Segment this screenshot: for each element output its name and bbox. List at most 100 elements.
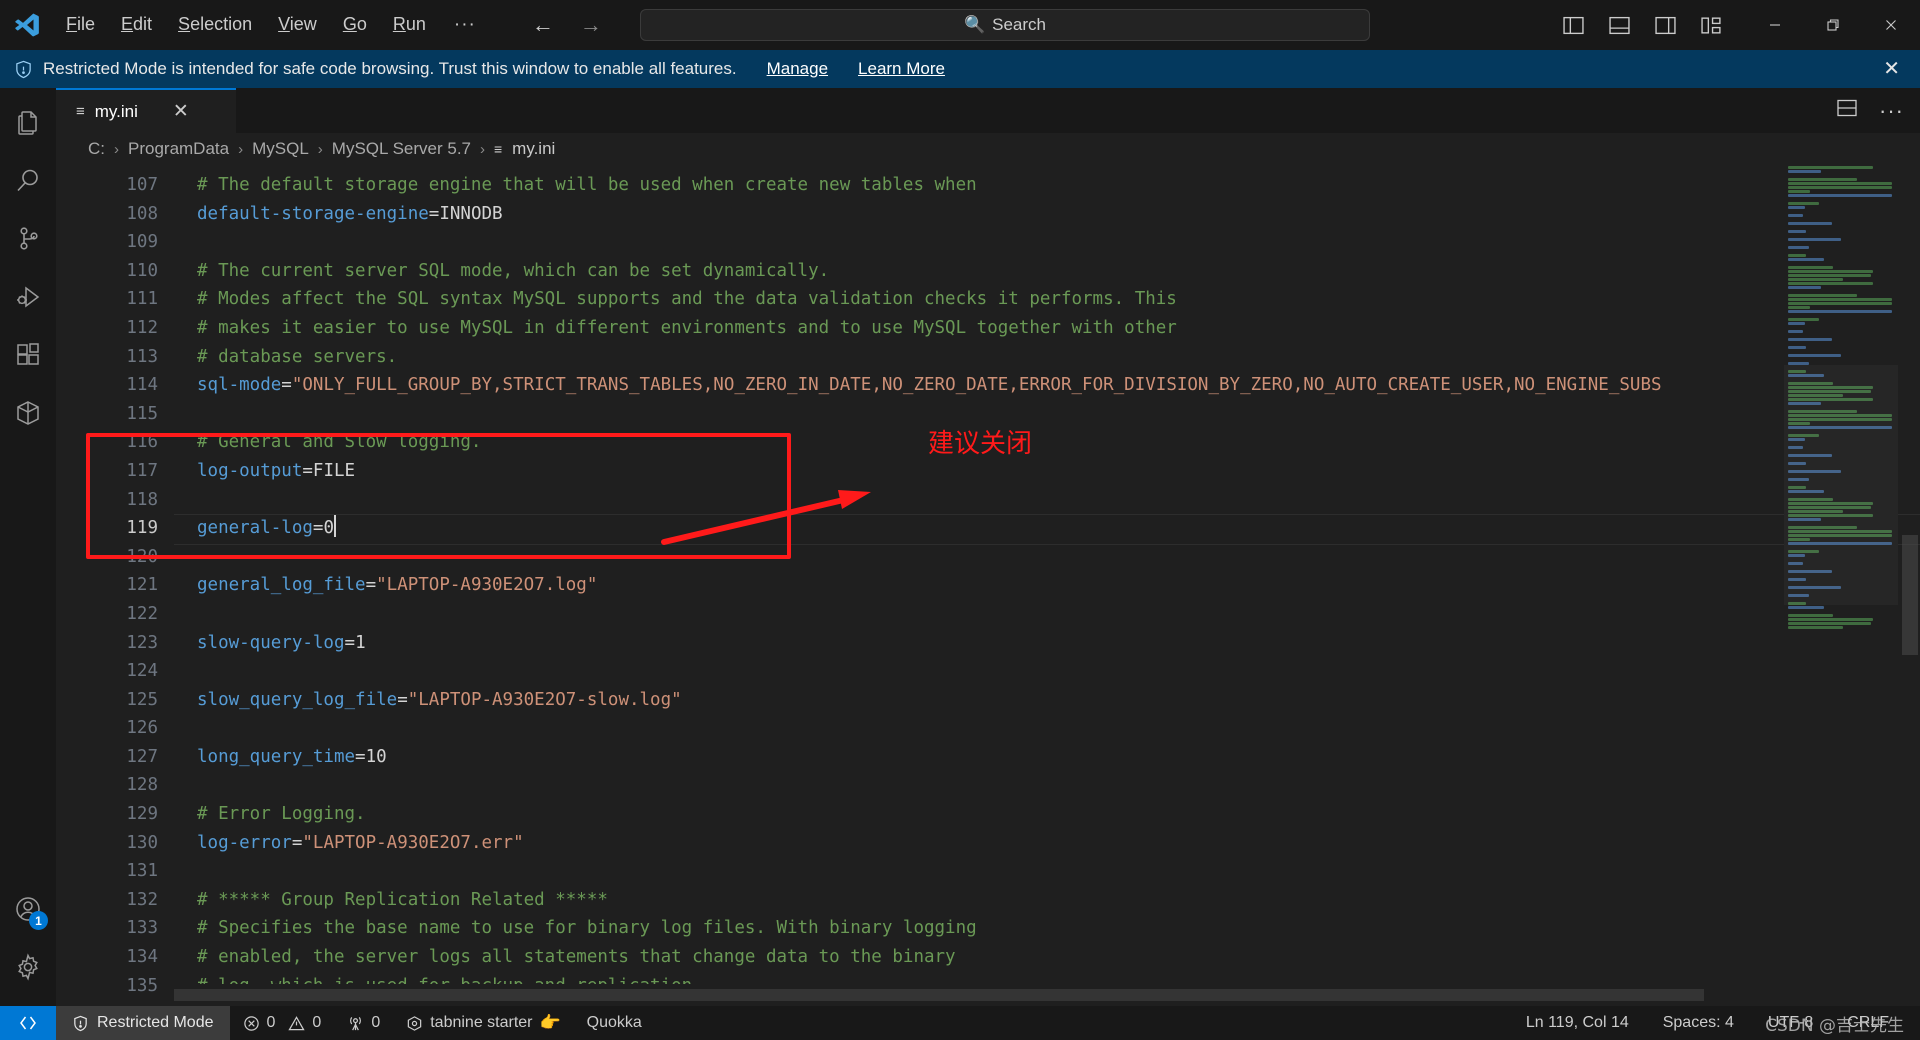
minimap[interactable] xyxy=(1784,165,1898,984)
minimap-line xyxy=(1788,238,1841,241)
code-line[interactable]: # enabled, the server logs all statement… xyxy=(174,943,1920,972)
code-line[interactable]: # General and Slow logging. xyxy=(174,428,1920,457)
workspace-trust-banner: Restricted Mode is intended for safe cod… xyxy=(0,50,1920,88)
customize-layout-icon[interactable] xyxy=(1694,8,1728,42)
status-tabnine[interactable]: tabnine starter 👉 xyxy=(393,1006,573,1040)
error-icon xyxy=(243,1015,259,1031)
menu-go[interactable]: Go xyxy=(331,10,379,40)
sidebar-item-remote-explorer[interactable] xyxy=(0,384,56,442)
code-line[interactable] xyxy=(174,714,1920,743)
code-line[interactable] xyxy=(174,600,1920,629)
more-actions-icon[interactable]: ··· xyxy=(1879,98,1904,124)
code-line[interactable] xyxy=(174,400,1920,429)
code-line[interactable]: log-error="LAPTOP-A930E2O7.err" xyxy=(174,829,1920,858)
remote-window-indicator[interactable] xyxy=(0,1006,56,1040)
banner-close-icon[interactable]: ✕ xyxy=(1883,59,1900,79)
code-line[interactable] xyxy=(174,228,1920,257)
breadcrumb-item-programdata[interactable]: ProgramData xyxy=(128,139,229,159)
code-line[interactable]: general-log=0 xyxy=(174,514,1920,545)
code-line[interactable] xyxy=(174,486,1920,515)
sidebar-item-accounts[interactable]: 1 xyxy=(0,880,56,938)
code-line[interactable]: # ***** Group Replication Related ***** xyxy=(174,886,1920,915)
vertical-scrollbar-thumb[interactable] xyxy=(1902,535,1918,655)
tab-my-ini[interactable]: ≡ my.ini ✕ xyxy=(56,88,236,133)
code-token: slow_query_log_file xyxy=(197,689,398,710)
breadcrumb-item-mysql[interactable]: MySQL xyxy=(252,139,309,159)
code-line[interactable]: slow_query_log_file="LAPTOP-A930E2O7-slo… xyxy=(174,686,1920,715)
code-line[interactable]: # The current server SQL mode, which can… xyxy=(174,257,1920,286)
status-restricted-mode[interactable]: Restricted Mode xyxy=(56,1006,230,1040)
workbench-body: 1 ≡ my.ini ✕ ··· C: › ProgramData › MySQ… xyxy=(0,88,1920,1006)
line-number: 120 xyxy=(126,546,158,567)
code-line[interactable]: default-storage-engine=INNODB xyxy=(174,200,1920,229)
code-line[interactable]: # Specifies the base name to use for bin… xyxy=(174,914,1920,943)
code-line[interactable]: long_query_time=10 xyxy=(174,743,1920,772)
sidebar-item-run-and-debug[interactable] xyxy=(0,268,56,326)
code-line[interactable]: # Modes affect the SQL syntax MySQL supp… xyxy=(174,285,1920,314)
code-line[interactable] xyxy=(174,771,1920,800)
menu-file[interactable]: FFileile xyxy=(54,10,107,40)
line-number: 132 xyxy=(126,889,158,910)
status-quokka[interactable]: Quokka xyxy=(574,1006,655,1040)
minimap-slider[interactable] xyxy=(1784,365,1898,605)
sidebar-item-settings[interactable] xyxy=(0,938,56,996)
code-line[interactable]: # makes it easier to use MySQL in differ… xyxy=(174,314,1920,343)
code-line[interactable] xyxy=(174,857,1920,886)
code-line[interactable] xyxy=(174,657,1920,686)
menu-more[interactable]: ··· xyxy=(440,12,490,39)
window-minimize-button[interactable] xyxy=(1746,0,1804,50)
go-forward-icon[interactable]: → xyxy=(580,12,602,38)
status-ports[interactable]: 0 xyxy=(334,1006,393,1040)
tab-close-icon[interactable]: ✕ xyxy=(173,102,189,121)
toggle-panel-icon[interactable] xyxy=(1602,8,1636,42)
text-editor[interactable]: 107 108 109 110 111 112 113 114 115 116 117 118 119 1… xyxy=(56,165,1920,1006)
toggle-primary-sidebar-icon[interactable] xyxy=(1556,8,1590,42)
vertical-scrollbar[interactable] xyxy=(1898,165,1920,984)
split-editor-icon[interactable] xyxy=(1837,99,1857,122)
pointing-hand-icon: 👉 xyxy=(539,1013,561,1032)
code-line[interactable]: # The default storage engine that will b… xyxy=(174,171,1920,200)
menu-selection[interactable]: Selection xyxy=(166,10,264,40)
code-line[interactable]: # database servers. xyxy=(174,343,1920,372)
line-number: 119 xyxy=(126,518,158,539)
window-close-button[interactable] xyxy=(1862,0,1920,50)
code-line[interactable]: log-output=FILE xyxy=(174,457,1920,486)
code-line[interactable]: general_log_file="LAPTOP-A930E2O7.log" xyxy=(174,571,1920,600)
code-line[interactable]: # log, which is used for backup and repl… xyxy=(174,972,1920,984)
code-line[interactable]: sql-mode="ONLY_FULL_GROUP_BY,STRICT_TRAN… xyxy=(174,371,1920,400)
sidebar-item-explorer[interactable] xyxy=(0,94,56,152)
code-line[interactable] xyxy=(174,543,1920,572)
breadcrumb-item-drive[interactable]: C: xyxy=(88,139,105,159)
minimap-line xyxy=(1788,166,1874,169)
status-problems[interactable]: 0 0 xyxy=(230,1006,335,1040)
horizontal-scrollbar-thumb[interactable] xyxy=(174,989,1704,1001)
minimap-line xyxy=(1788,342,1898,345)
command-center-search[interactable]: 🔍 Search xyxy=(640,9,1370,41)
code-content[interactable]: # The default storage engine that will b… xyxy=(174,165,1920,984)
sidebar-item-source-control[interactable] xyxy=(0,210,56,268)
toggle-secondary-sidebar-icon[interactable] xyxy=(1648,8,1682,42)
breadcrumb-item-mysql-server[interactable]: MySQL Server 5.7 xyxy=(332,139,471,159)
minimap-line xyxy=(1788,278,1844,281)
minimap-line xyxy=(1788,214,1803,217)
line-number: 114 xyxy=(126,375,158,396)
code-line[interactable]: # Error Logging. xyxy=(174,800,1920,829)
minimap-line xyxy=(1788,202,1820,205)
sidebar-item-search[interactable] xyxy=(0,152,56,210)
status-cursor-position[interactable]: Ln 119, Col 14 xyxy=(1509,1006,1646,1040)
code-line[interactable]: slow-query-log=1 xyxy=(174,629,1920,658)
banner-learn-more-link[interactable]: Learn More xyxy=(858,59,945,79)
banner-manage-link[interactable]: Manage xyxy=(767,59,828,79)
minimap-line xyxy=(1788,242,1898,245)
menu-edit[interactable]: Edit xyxy=(109,10,164,40)
menu-view[interactable]: View xyxy=(266,10,329,40)
breadcrumb-item-file[interactable]: my.ini xyxy=(512,139,555,159)
go-back-icon[interactable]: ← xyxy=(532,12,554,38)
horizontal-scrollbar[interactable] xyxy=(56,984,1784,1006)
window-restore-button[interactable] xyxy=(1804,0,1862,50)
sidebar-item-extensions[interactable] xyxy=(0,326,56,384)
status-indentation[interactable]: Spaces: 4 xyxy=(1646,1006,1751,1040)
code-token: = xyxy=(397,689,408,710)
menu-run[interactable]: Run xyxy=(381,10,438,40)
vscode-window: FFileile Edit Selection View Go Run ··· … xyxy=(0,0,1920,1040)
